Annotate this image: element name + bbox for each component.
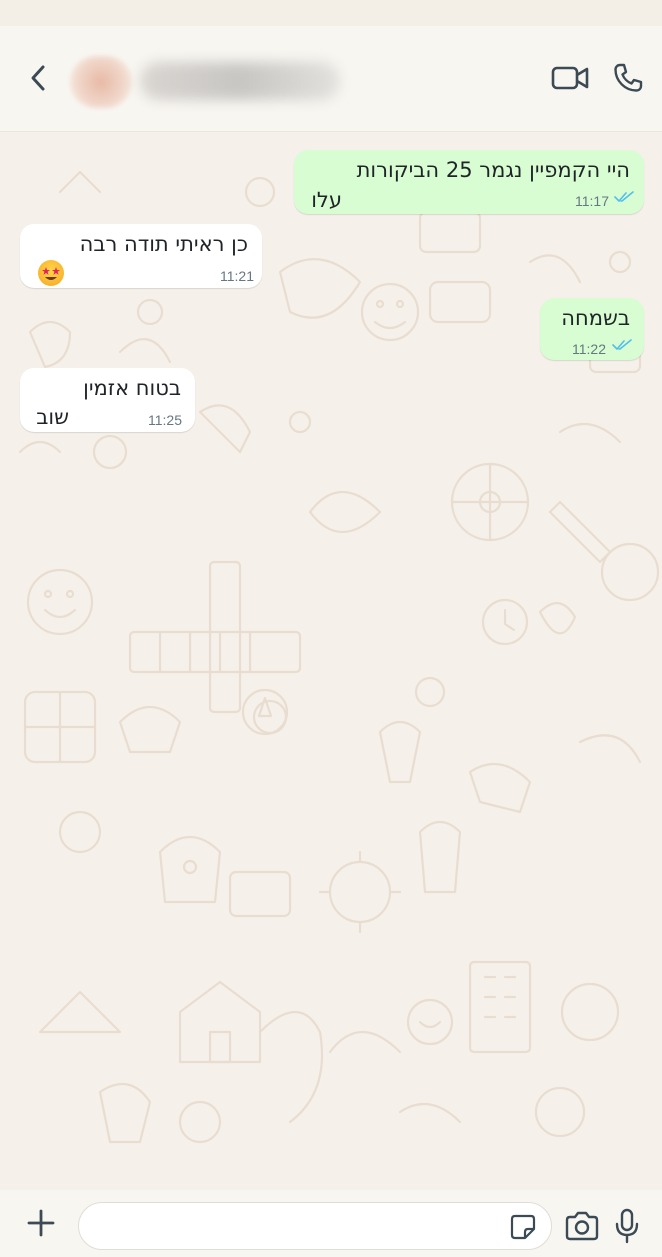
doodle-wallpaper <box>18 162 660 1144</box>
video-call-button[interactable] <box>548 62 592 94</box>
chat-header <box>0 26 662 132</box>
chat-message-area[interactable]: היי הקמפיין נגמר 25 הביקורות עלו 11:17 כ… <box>0 132 662 1190</box>
message-text-line2: שוב <box>36 405 69 429</box>
message-time: 11:21 <box>220 268 254 284</box>
attach-button[interactable] <box>22 1204 60 1242</box>
message-text: היי הקמפיין נגמר 25 הביקורות <box>356 158 630 182</box>
contact-name[interactable] <box>140 62 340 100</box>
video-camera-icon <box>551 66 589 90</box>
star-struck-emoji <box>38 260 64 286</box>
message-bubble-outgoing[interactable]: בשמחה 11:22 <box>540 298 644 360</box>
message-input[interactable] <box>78 1202 552 1250</box>
message-time: 11:17 <box>575 193 609 209</box>
plus-icon <box>27 1209 55 1237</box>
camera-icon <box>565 1211 599 1241</box>
double-check-read-icon <box>614 191 634 202</box>
message-text-line2: עלו <box>311 188 342 212</box>
message-text: כן ראיתי תודה רבה <box>79 232 248 256</box>
microphone-button[interactable] <box>612 1206 642 1246</box>
voice-call-button[interactable] <box>608 60 648 96</box>
message-time: 11:22 <box>572 341 606 357</box>
message-bubble-incoming[interactable]: בטוח אזמין שוב 11:25 <box>20 368 195 432</box>
message-text: בשמחה <box>561 306 630 330</box>
message-text: בטוח אזמין <box>83 376 181 400</box>
message-bubble-outgoing[interactable]: היי הקמפיין נגמר 25 הביקורות עלו 11:17 <box>294 150 644 214</box>
composer-bar <box>0 1190 662 1257</box>
status-bar-strip <box>0 0 662 26</box>
sticker-icon <box>510 1214 536 1240</box>
message-time: 11:25 <box>148 412 182 428</box>
message-bubble-incoming[interactable]: כן ראיתי תודה רבה 11:21 <box>20 224 262 288</box>
chevron-left-icon <box>31 65 45 91</box>
back-button[interactable] <box>22 60 54 96</box>
double-check-read-icon <box>612 339 632 350</box>
microphone-icon <box>615 1208 639 1244</box>
sticker-button[interactable] <box>508 1212 538 1242</box>
camera-button[interactable] <box>562 1208 602 1244</box>
phone-icon <box>614 63 643 92</box>
star-struck-face-icon <box>42 267 60 280</box>
contact-avatar[interactable] <box>70 56 132 108</box>
